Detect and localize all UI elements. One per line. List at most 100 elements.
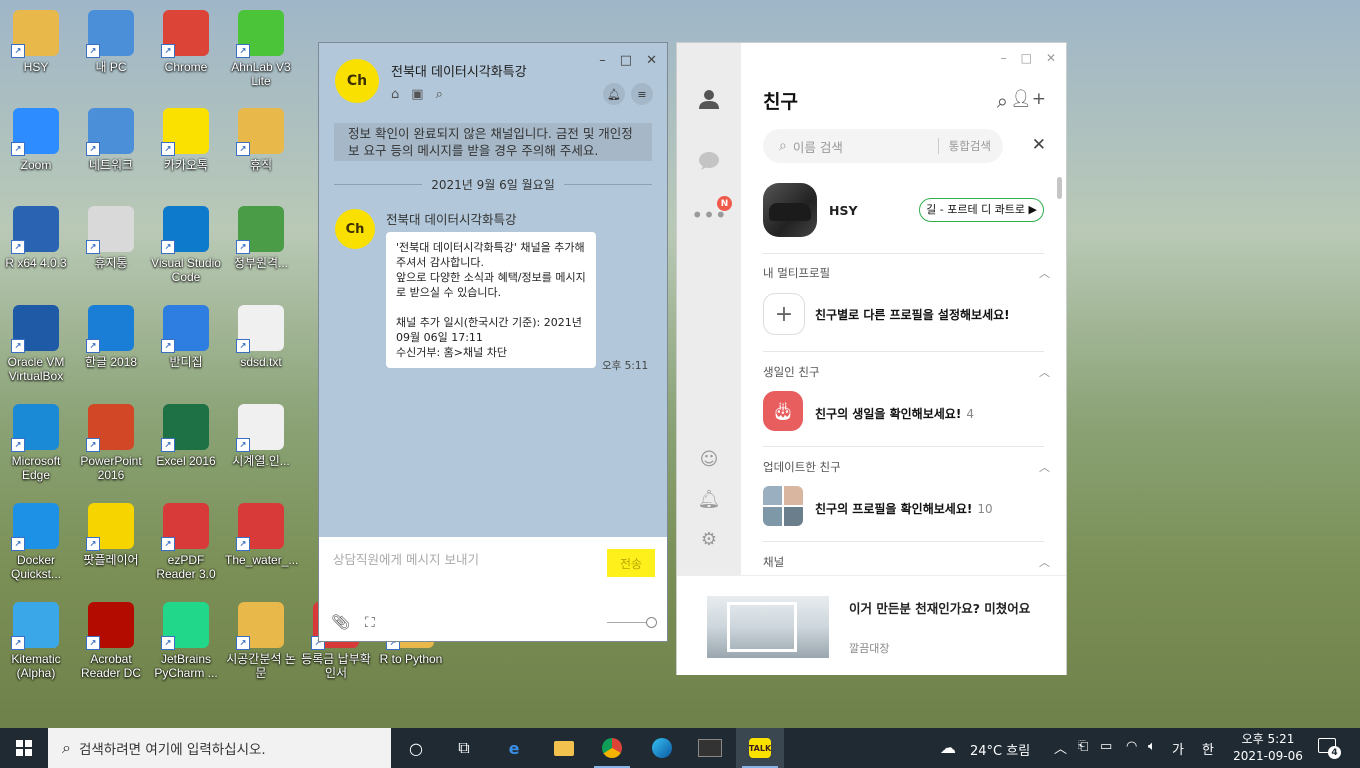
- desktop-icon[interactable]: ↗ 정부원격...: [225, 206, 297, 270]
- integrated-search-link[interactable]: 통합검색: [937, 138, 991, 154]
- shortcut-arrow-icon: ↗: [11, 537, 25, 551]
- inbox-icon[interactable]: ▣: [411, 87, 423, 102]
- ad-banner[interactable]: 이거 만든분 천재인가요? 미쳤어요 깔끔대장: [677, 575, 1066, 675]
- acrobat-icon: ↗: [86, 602, 134, 650]
- screen-capture-icon[interactable]: ⛶: [365, 615, 375, 631]
- start-button[interactable]: [0, 728, 48, 768]
- desktop-icon[interactable]: ↗ Acrobat Reader DC: [75, 602, 147, 680]
- send-button[interactable]: 전송: [607, 549, 655, 577]
- desktop-icon[interactable]: ↗ R x64 4.0.3: [0, 206, 72, 270]
- emoticon-icon[interactable]: ☺: [697, 447, 721, 471]
- scrollbar-thumb[interactable]: [1057, 177, 1062, 199]
- desktop-icon[interactable]: ↗ JetBrains PyCharm ...: [150, 602, 222, 680]
- chevron-up-icon[interactable]: ︿: [1039, 265, 1050, 281]
- chevron-up-icon[interactable]: ︿: [1039, 554, 1050, 570]
- desktop-icon[interactable]: ↗ The_water_...: [225, 503, 298, 567]
- desktop-icon[interactable]: ↗ 시계열.인...: [225, 404, 297, 468]
- channel-avatar[interactable]: Ch: [335, 59, 379, 103]
- birthday-row[interactable]: 친구의 생일을 확인해보세요! 4: [815, 405, 974, 422]
- chevron-up-icon[interactable]: ︿: [1039, 364, 1050, 380]
- clock[interactable]: 오후 5:21 2021-09-06: [1228, 731, 1308, 765]
- minimize-button[interactable]: –: [599, 53, 606, 68]
- section-birthday-title: 생일인 친구: [763, 365, 820, 379]
- desktop-icon[interactable]: ↗ Excel 2016: [150, 404, 222, 468]
- settings-gear-icon[interactable]: ⚙: [697, 527, 721, 551]
- friends-tab-icon[interactable]: [697, 87, 721, 111]
- message-input[interactable]: 상담직원에게 메시지 보내기: [333, 549, 479, 568]
- date-divider: 2021년 9월 6일 월요일: [334, 176, 652, 193]
- desktop-icon[interactable]: ↗ Zoom: [0, 108, 72, 172]
- desktop-icon[interactable]: ↗ Chrome: [150, 10, 222, 74]
- desktop-icon[interactable]: ↗ ezPDF Reader 3.0: [150, 503, 222, 581]
- desktop-icon[interactable]: ↗ 휴지통: [75, 206, 147, 270]
- desktop-icon[interactable]: ↗ Microsoft Edge: [0, 404, 72, 482]
- desktop-icon[interactable]: ↗ 한글 2018: [75, 305, 147, 369]
- shortcut-arrow-icon: ↗: [161, 142, 175, 156]
- volume-icon[interactable]: 🔈︎: [1148, 739, 1156, 754]
- chevron-up-icon[interactable]: ︿: [1039, 459, 1050, 475]
- taskbar-search-input[interactable]: 검색하려면 여기에 입력하십시오.: [79, 738, 266, 758]
- excel-icon: ↗: [161, 404, 209, 452]
- friend-search-box[interactable]: ⌕ 이름 검색 통합검색: [763, 129, 1003, 163]
- edge-taskbar-icon[interactable]: [638, 728, 686, 768]
- bell-icon[interactable]: 🔔︎: [603, 83, 625, 105]
- show-hidden-icons-chevron-icon[interactable]: ︿: [1054, 738, 1067, 757]
- maximize-button[interactable]: □: [1021, 51, 1032, 65]
- minimize-button[interactable]: –: [1001, 51, 1007, 65]
- attach-file-icon[interactable]: 📎︎: [331, 613, 350, 631]
- desktop-icon[interactable]: ↗ Visual Studio Code: [150, 206, 222, 284]
- notification-bell-icon[interactable]: 🔔︎: [697, 487, 721, 511]
- weather-cloud-icon[interactable]: ☁: [940, 738, 956, 757]
- search-icon[interactable]: ⌕: [997, 89, 1008, 113]
- opacity-slider[interactable]: [607, 617, 657, 628]
- profile-music-button[interactable]: 길 - 포르테 디 콰트로 ▶: [919, 198, 1044, 222]
- desktop-icon[interactable]: ↗ 내 PC: [75, 10, 147, 74]
- task-view-icon[interactable]: ⧉: [440, 728, 488, 768]
- close-search-icon[interactable]: ✕: [1032, 135, 1046, 155]
- file-explorer-icon[interactable]: [540, 728, 588, 768]
- maximize-button[interactable]: □: [620, 53, 632, 68]
- desktop-icon[interactable]: ↗ 시공간분석 논문: [225, 602, 297, 680]
- desktop-icon[interactable]: ↗ 카카오톡: [150, 108, 222, 172]
- cortana-icon[interactable]: ○: [392, 728, 440, 768]
- ime-language[interactable]: 한: [1202, 739, 1214, 758]
- usb-icon[interactable]: ⎗: [1078, 739, 1088, 754]
- r-icon: ↗: [11, 206, 59, 254]
- close-button[interactable]: ✕: [1046, 51, 1056, 65]
- internet-explorer-icon[interactable]: e: [490, 728, 538, 768]
- action-center-icon[interactable]: 4: [1318, 738, 1341, 759]
- kakaotalk-taskbar-icon[interactable]: TALK: [736, 728, 784, 768]
- taskbar-search[interactable]: ⌕ 검색하려면 여기에 입력하십시오.: [48, 728, 391, 768]
- desktop-icon-label: 정부원격...: [233, 256, 289, 270]
- wifi-icon[interactable]: ◠: [1126, 739, 1137, 754]
- sender-avatar[interactable]: Ch: [335, 209, 375, 249]
- my-profile-avatar[interactable]: [763, 183, 817, 237]
- close-button[interactable]: ✕: [646, 53, 657, 68]
- chrome-taskbar-icon[interactable]: [588, 728, 636, 768]
- multiprofile-row[interactable]: 친구별로 다른 프로필을 설정해보세요!: [815, 306, 1010, 323]
- chats-tab-icon[interactable]: [697, 149, 721, 173]
- desktop-icon[interactable]: ↗ 팟플레이어: [75, 503, 147, 567]
- desktop-icon[interactable]: ↗ AhnLab V3 Lite: [225, 10, 297, 88]
- search-icon[interactable]: ⌕: [436, 87, 443, 102]
- my-profile-name[interactable]: HSY: [829, 203, 858, 218]
- add-friend-icon[interactable]: 👤︎+: [1010, 89, 1046, 109]
- battery-icon[interactable]: ▭: [1100, 739, 1112, 754]
- weather-text[interactable]: 24°C 흐림: [970, 740, 1030, 759]
- home-icon[interactable]: ⌂: [391, 87, 399, 102]
- desktop-icon[interactable]: ↗ 네트워크: [75, 108, 147, 172]
- menu-icon[interactable]: ≡: [631, 83, 653, 105]
- desktop-icon[interactable]: ↗ sdsd.txt: [225, 305, 297, 369]
- terminal-taskbar-icon[interactable]: [686, 728, 734, 768]
- friend-search-input[interactable]: 이름 검색: [793, 137, 843, 156]
- add-multiprofile-icon[interactable]: +: [763, 293, 805, 335]
- desktop-icon[interactable]: ↗ Docker Quickst...: [0, 503, 72, 581]
- desktop-icon[interactable]: ↗ 휴직: [225, 108, 297, 172]
- desktop-icon[interactable]: ↗ Kitematic (Alpha): [0, 602, 72, 680]
- updated-friends-row[interactable]: 친구의 프로필을 확인해보세요! 10: [815, 500, 993, 517]
- desktop-icon[interactable]: ↗ PowerPoint 2016: [75, 404, 147, 482]
- desktop-icon[interactable]: ↗ Oracle VM VirtualBox: [0, 305, 72, 383]
- desktop-icon[interactable]: ↗ HSY: [0, 10, 72, 74]
- desktop-icon[interactable]: ↗ 반디집: [150, 305, 222, 369]
- ime-mode[interactable]: 가: [1172, 739, 1184, 758]
